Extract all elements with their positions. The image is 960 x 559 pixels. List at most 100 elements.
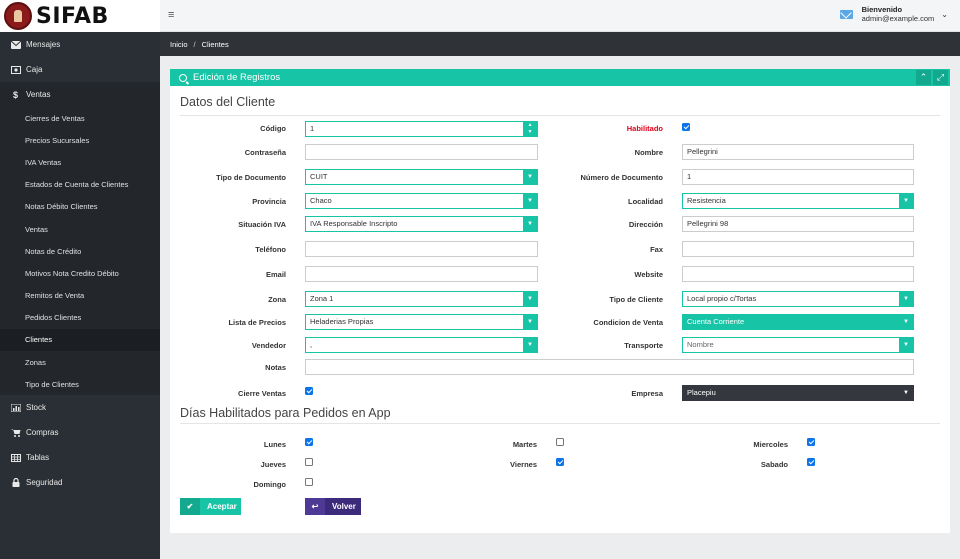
sidebar-subitem-ventas[interactable]: Ventas xyxy=(0,217,160,241)
numero-documento-value: 1 xyxy=(687,172,692,181)
sidebar-subitem-clientes[interactable]: Clientes xyxy=(0,328,160,352)
label-cierre-ventas: Cierre Ventas xyxy=(238,389,286,398)
tipo-documento-value: CUIT xyxy=(310,172,328,181)
codigo-input[interactable]: 1 ▲ ▼ xyxy=(305,121,538,137)
sidebar-subitem-remitos-de-venta[interactable]: Remitos de Venta xyxy=(0,284,160,307)
tipo-cliente-value: Local propio c/Tortas xyxy=(687,294,757,303)
vendedor-select[interactable]: , ▼ xyxy=(305,337,538,353)
envelope-icon xyxy=(10,40,21,49)
sidebar-subitem-cierres-de-ventas[interactable]: Cierres de Ventas xyxy=(0,107,160,130)
back-arrow-icon: ↩ xyxy=(305,498,325,515)
spin-up-icon[interactable]: ▲ xyxy=(528,122,533,128)
viernes-checkbox[interactable] xyxy=(556,458,564,466)
lista-precios-select[interactable]: Heladerias Propias ▼ xyxy=(305,314,538,330)
website-input[interactable] xyxy=(682,266,914,282)
tipo-documento-select[interactable]: CUIT ▼ xyxy=(305,169,538,185)
sidebar-item-compras[interactable]: Compras xyxy=(0,420,160,445)
chevron-down-icon[interactable]: ⌄ xyxy=(941,10,948,19)
collapse-panel-button[interactable]: ⌃ xyxy=(916,70,931,85)
direccion-value: Pellegrini 98 xyxy=(687,219,729,228)
user-info[interactable]: Bienvenido admin@example.com xyxy=(862,5,935,23)
notas-input[interactable] xyxy=(305,359,914,375)
nombre-input[interactable]: Pellegrini xyxy=(682,144,914,160)
hamburger-menu-icon[interactable]: ≡ xyxy=(168,9,174,21)
breadcrumb-home[interactable]: Inicio xyxy=(170,40,188,49)
localidad-select[interactable]: Resistencia ▼ xyxy=(682,193,914,209)
dropdown-arrow-icon[interactable]: ▼ xyxy=(523,292,537,306)
empresa-select[interactable]: Placepiu ▼ xyxy=(682,385,914,401)
dropdown-arrow-icon[interactable]: ▼ xyxy=(899,292,913,306)
sidebar-subitem-notas-de-credito[interactable]: Notas de Crédito xyxy=(0,240,160,263)
dropdown-arrow-icon[interactable]: ▼ xyxy=(523,217,537,231)
spin-down-icon[interactable]: ▼ xyxy=(528,129,533,135)
dropdown-arrow-icon[interactable]: ▼ xyxy=(523,194,537,208)
sidebar-subitem-iva-ventas[interactable]: IVA Ventas xyxy=(0,151,160,174)
direccion-input[interactable]: Pellegrini 98 xyxy=(682,216,914,232)
logo[interactable]: SIFAB xyxy=(0,0,160,32)
sidebar-item-label: Tablas xyxy=(26,453,50,463)
provincia-value: Chaco xyxy=(310,196,332,205)
dropdown-arrow-icon[interactable]: ▼ xyxy=(899,194,913,208)
label-sabado: Sabado xyxy=(760,460,788,469)
dropdown-arrow-icon[interactable]: ▼ xyxy=(523,315,537,329)
user-menu[interactable]: Bienvenido admin@example.com ⌄ xyxy=(839,5,948,23)
domingo-checkbox[interactable] xyxy=(305,478,313,486)
sidebar-item-ventas[interactable]: $ Ventas xyxy=(0,82,160,107)
dropdown-arrow-icon[interactable]: ▼ xyxy=(903,315,909,329)
sidebar-item-mensajes[interactable]: Mensajes xyxy=(0,32,160,57)
sidebar-subitem-notas-debito-clientes[interactable]: Notas Débito Clientes xyxy=(0,195,160,218)
sidebar-subitem-zonas[interactable]: Zonas xyxy=(0,351,160,374)
sidebar-item-seguridad[interactable]: Seguridad xyxy=(0,470,160,495)
transporte-placeholder: Nombre xyxy=(687,340,714,349)
telefono-input[interactable] xyxy=(305,241,538,257)
codigo-spinner[interactable]: ▲ ▼ xyxy=(523,122,537,136)
sidebar-item-tablas[interactable]: Tablas xyxy=(0,445,160,470)
sabado-checkbox[interactable] xyxy=(807,458,815,466)
logo-emblem-icon xyxy=(4,2,32,30)
lock-icon xyxy=(10,478,21,488)
label-tipo-documento: Tipo de Documento xyxy=(216,173,286,182)
sidebar-subitem-tipo-de-clientes[interactable]: Tipo de Clientes xyxy=(0,373,160,396)
dropdown-arrow-icon[interactable]: ▼ xyxy=(523,338,537,352)
sidebar-subitem-precios-sucursales[interactable]: Precios Sucursales xyxy=(0,129,160,152)
contrasena-input[interactable] xyxy=(305,144,538,160)
habilitado-checkbox[interactable] xyxy=(682,123,690,131)
label-vendedor: Vendedor xyxy=(251,341,286,350)
numero-documento-input[interactable]: 1 xyxy=(682,169,914,185)
lunes-checkbox[interactable] xyxy=(305,438,313,446)
mail-icon[interactable] xyxy=(839,9,853,19)
miercoles-checkbox[interactable] xyxy=(807,438,815,446)
label-website: Website xyxy=(634,270,663,279)
cierre-ventas-checkbox[interactable] xyxy=(305,387,313,395)
label-martes: Martes xyxy=(512,440,537,449)
tipo-cliente-select[interactable]: Local propio c/Tortas ▼ xyxy=(682,291,914,307)
section-title-dias-habilitados: Días Habilitados para Pedidos en App xyxy=(180,406,391,420)
transporte-select[interactable]: Nombre ▼ xyxy=(682,337,914,353)
fax-input[interactable] xyxy=(682,241,914,257)
situacion-iva-value: IVA Responsable Inscripto xyxy=(310,219,398,228)
panel-header: Edición de Registros ⌃ ⤢ xyxy=(170,69,950,86)
label-jueves: Jueves xyxy=(260,460,286,469)
volver-button[interactable]: ↩ Volver xyxy=(305,498,361,515)
codigo-value: 1 xyxy=(310,124,315,133)
sidebar-item-caja[interactable]: Caja xyxy=(0,57,160,82)
label-telefono: Teléfono xyxy=(255,245,286,254)
condicion-venta-select[interactable]: Cuenta Corriente ▼ xyxy=(682,314,914,330)
sidebar-item-stock[interactable]: Stock xyxy=(0,395,160,420)
sidebar-item-label: Seguridad xyxy=(26,478,63,488)
sidebar-subitem-pedidos-clientes[interactable]: Pedidos Clientes xyxy=(0,306,160,329)
sidebar-subitem-motivos-nota[interactable]: Motivos Nota Credito Débito xyxy=(0,262,160,285)
dropdown-arrow-icon[interactable]: ▼ xyxy=(523,170,537,184)
expand-panel-button[interactable]: ⤢ xyxy=(933,70,948,85)
situacion-iva-select[interactable]: IVA Responsable Inscripto ▼ xyxy=(305,216,538,232)
breadcrumb: Inicio / Clientes xyxy=(160,32,960,56)
sidebar-subitem-estados-de-cuenta[interactable]: Estados de Cuenta de Clientes xyxy=(0,173,160,196)
email-input[interactable] xyxy=(305,266,538,282)
dropdown-arrow-icon[interactable]: ▼ xyxy=(899,338,913,352)
martes-checkbox[interactable] xyxy=(556,438,564,446)
dropdown-arrow-icon[interactable]: ▼ xyxy=(903,386,909,400)
aceptar-button[interactable]: ✔ Aceptar xyxy=(180,498,241,515)
zona-select[interactable]: Zona 1 ▼ xyxy=(305,291,538,307)
provincia-select[interactable]: Chaco ▼ xyxy=(305,193,538,209)
jueves-checkbox[interactable] xyxy=(305,458,313,466)
